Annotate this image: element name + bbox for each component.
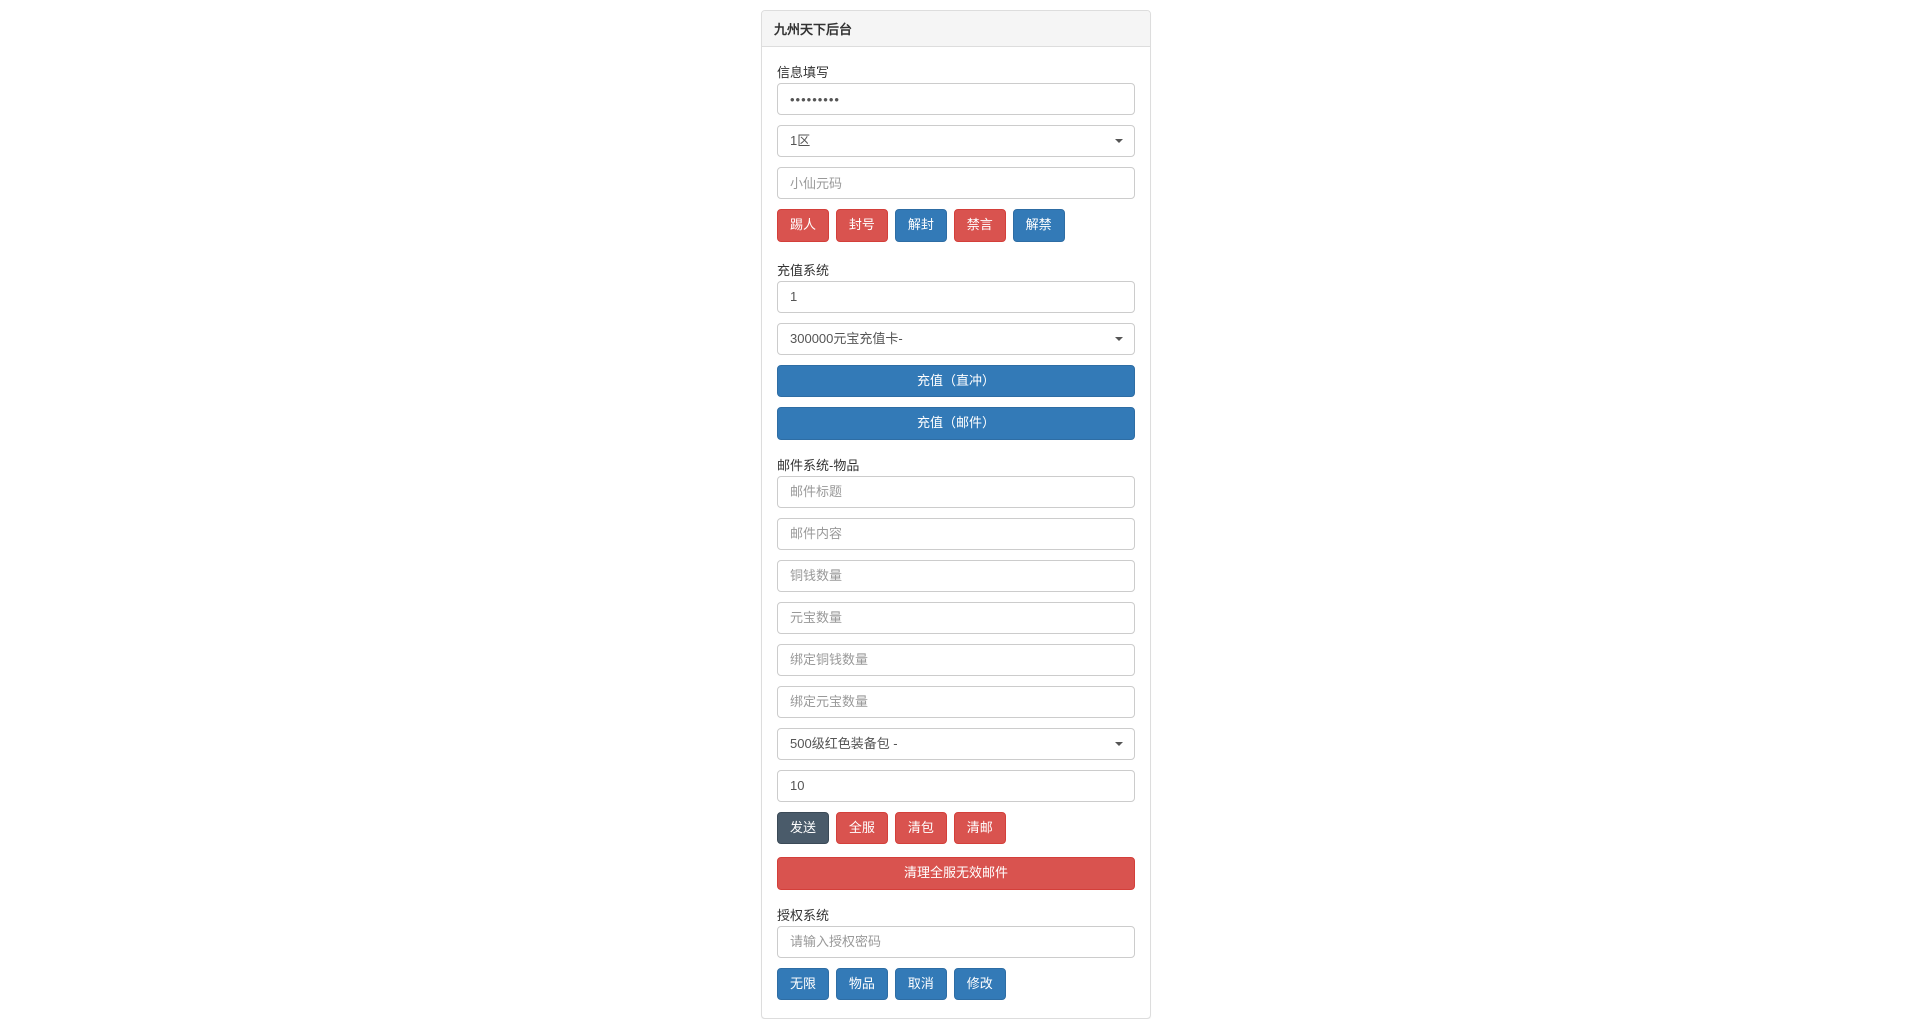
recharge-mail-button[interactable]: 充值（邮件） — [777, 407, 1135, 440]
zone-select[interactable]: 1区 — [777, 125, 1135, 157]
clear-bag-button[interactable]: 清包 — [895, 812, 947, 845]
admin-password-input[interactable] — [777, 83, 1135, 115]
mute-button[interactable]: 禁言 — [954, 209, 1006, 242]
clear-invalid-mail-button[interactable]: 清理全服无效邮件 — [777, 857, 1135, 890]
section-recharge-label: 充值系统 — [777, 260, 1135, 279]
mail-button-row: 发送 全服 清包 清邮 — [777, 812, 1135, 848]
section-mail: 邮件系统-物品 500级红色装备包 - 发送 全服 清包 清邮 清理全服无效邮件 — [777, 455, 1135, 890]
auth-modify-button[interactable]: 修改 — [954, 968, 1006, 1001]
section-recharge: 充值系统 300000元宝充值卡- 充值（直冲） 充值（邮件） — [777, 260, 1135, 440]
send-mail-button[interactable]: 发送 — [777, 812, 829, 845]
unban-button[interactable]: 解封 — [895, 209, 947, 242]
copper-amount-input[interactable] — [777, 560, 1135, 592]
ban-button[interactable]: 封号 — [836, 209, 888, 242]
mail-item-qty-input[interactable] — [777, 770, 1135, 802]
clear-mail-button[interactable]: 清邮 — [954, 812, 1006, 845]
admin-panel: 九州天下后台 信息填写 1区 踢人 封号 解封 禁言 解禁 充值系统 30 — [761, 10, 1151, 1019]
auth-unlimited-button[interactable]: 无限 — [777, 968, 829, 1001]
section-mail-label: 邮件系统-物品 — [777, 455, 1135, 474]
mail-content-input[interactable] — [777, 518, 1135, 550]
section-info-label: 信息填写 — [777, 62, 1135, 81]
zone-select-value: 1区 — [777, 125, 1135, 157]
kick-button[interactable]: 踢人 — [777, 209, 829, 242]
auth-cancel-button[interactable]: 取消 — [895, 968, 947, 1001]
recharge-amount-input[interactable] — [777, 281, 1135, 313]
info-button-row: 踢人 封号 解封 禁言 解禁 — [777, 209, 1135, 245]
panel-title: 九州天下后台 — [762, 11, 1150, 47]
recharge-card-select[interactable]: 300000元宝充值卡- — [777, 323, 1135, 355]
section-auth-label: 授权系统 — [777, 905, 1135, 924]
panel-body: 信息填写 1区 踢人 封号 解封 禁言 解禁 充值系统 300000元宝充值卡- — [762, 47, 1150, 1018]
mail-title-input[interactable] — [777, 476, 1135, 508]
bound-copper-input[interactable] — [777, 644, 1135, 676]
auth-password-input[interactable] — [777, 926, 1135, 958]
section-info: 信息填写 1区 踢人 封号 解封 禁言 解禁 — [777, 62, 1135, 245]
auth-items-button[interactable]: 物品 — [836, 968, 888, 1001]
gold-amount-input[interactable] — [777, 602, 1135, 634]
recharge-direct-button[interactable]: 充值（直冲） — [777, 365, 1135, 398]
section-auth: 授权系统 无限 物品 取消 修改 — [777, 905, 1135, 1004]
recharge-card-value: 300000元宝充值卡- — [777, 323, 1135, 355]
player-name-input[interactable] — [777, 167, 1135, 199]
auth-button-row: 无限 物品 取消 修改 — [777, 968, 1135, 1004]
mail-item-value: 500级红色装备包 - — [777, 728, 1135, 760]
bound-gold-input[interactable] — [777, 686, 1135, 718]
all-server-button[interactable]: 全服 — [836, 812, 888, 845]
mail-item-select[interactable]: 500级红色装备包 - — [777, 728, 1135, 760]
unmute-button[interactable]: 解禁 — [1013, 209, 1065, 242]
